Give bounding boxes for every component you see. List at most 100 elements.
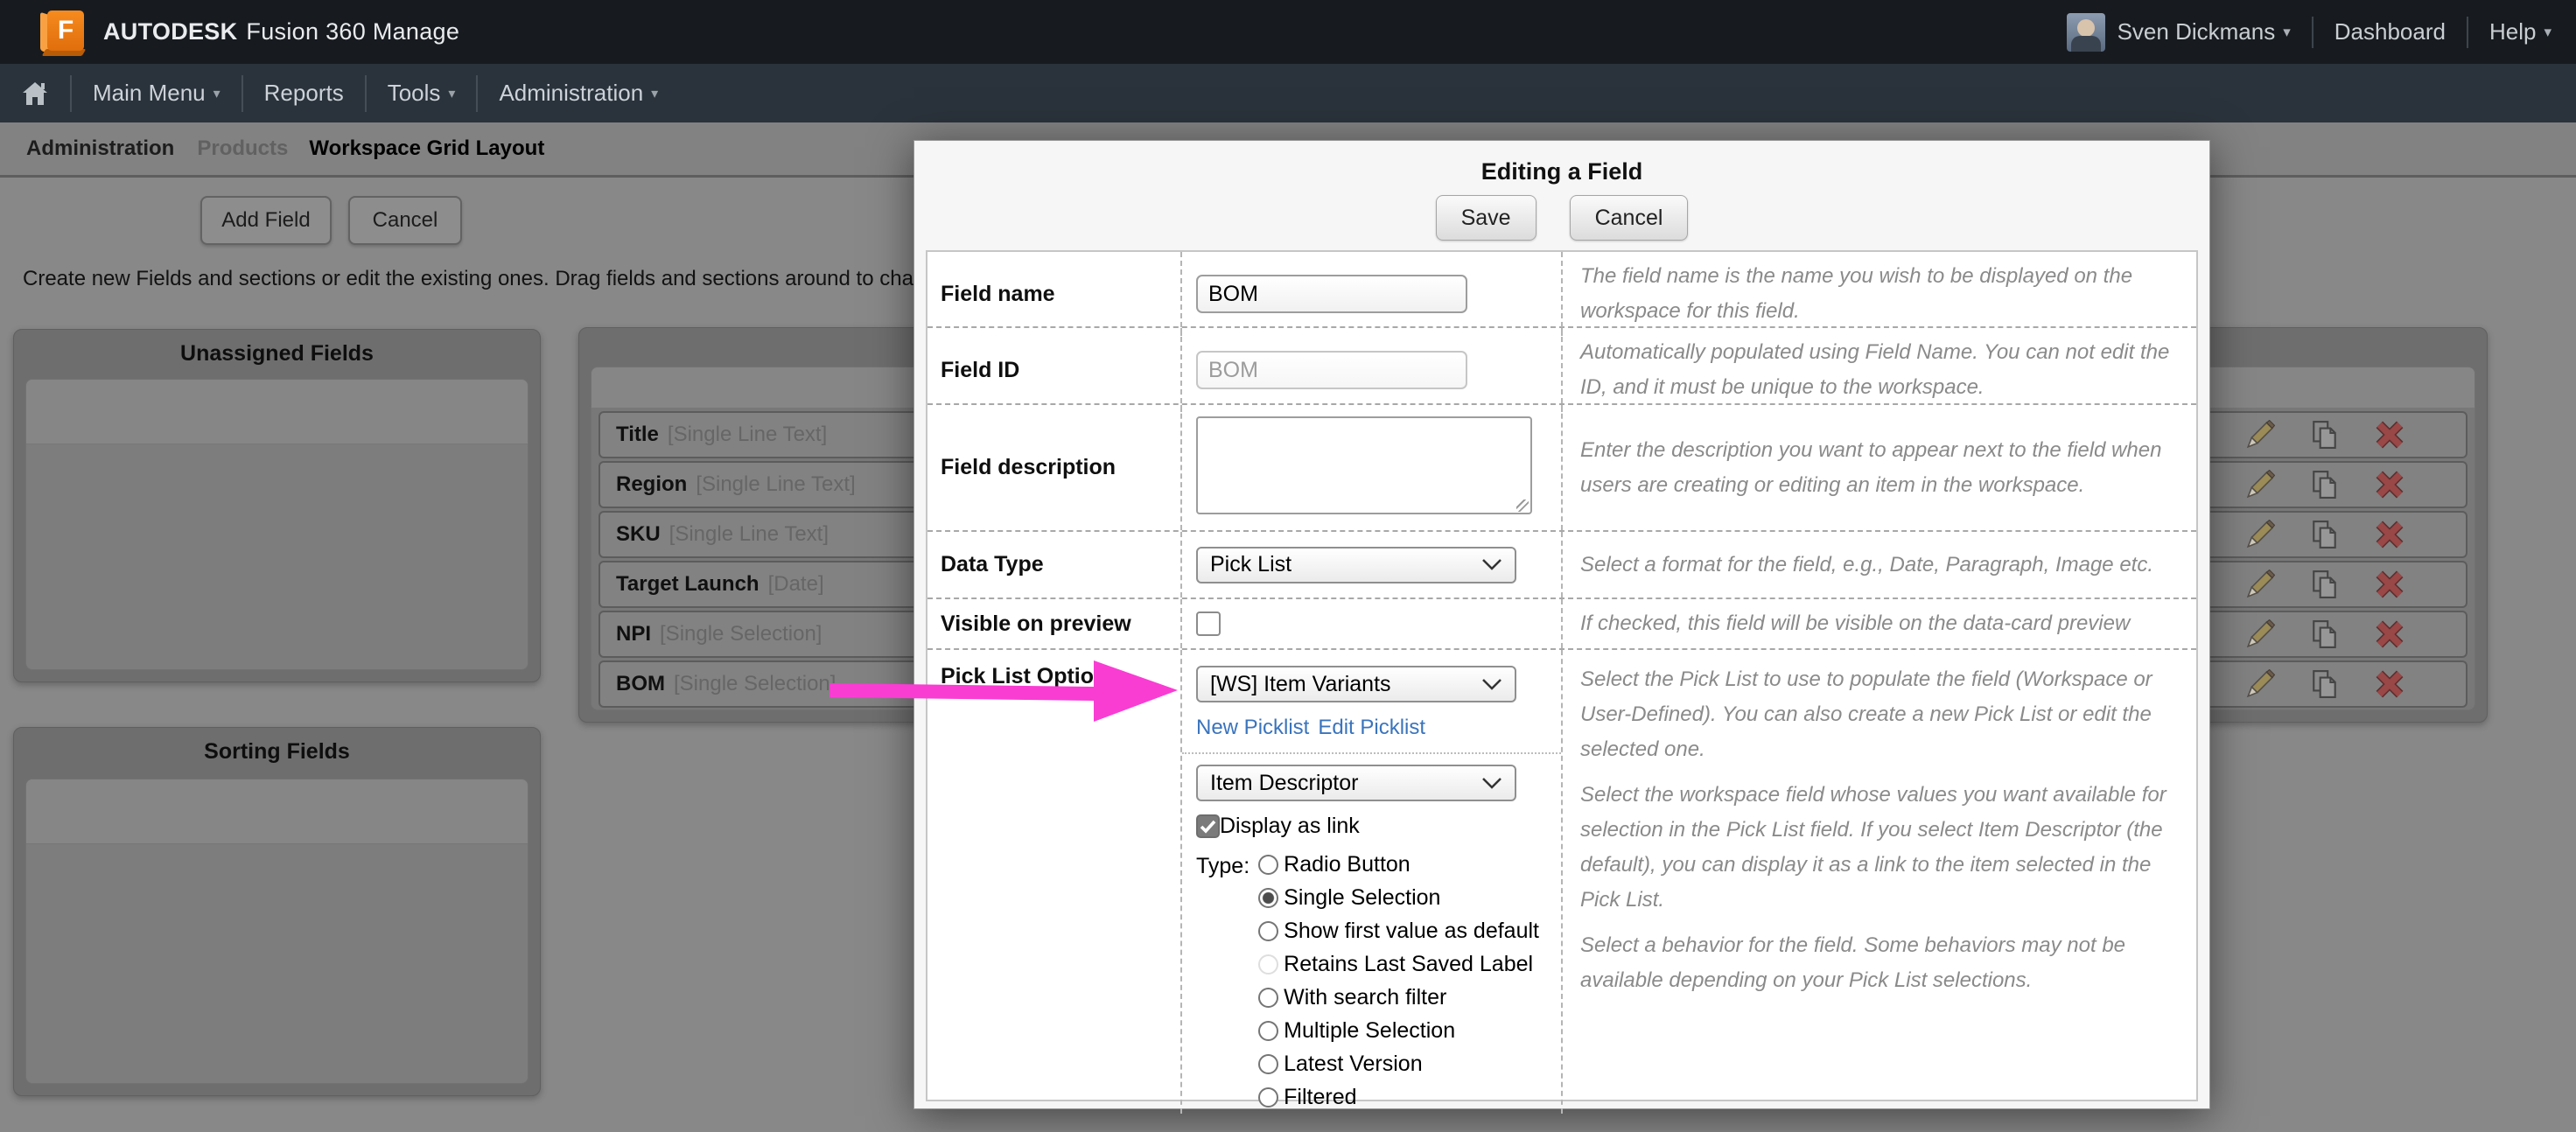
new-picklist-link[interactable]: New Picklist	[1196, 716, 1309, 740]
app-title: AUTODESKFusion 360 Manage	[103, 18, 459, 45]
visible-on-preview-checkbox[interactable]	[1196, 611, 1221, 636]
edit-pencil-icon[interactable]	[2245, 470, 2275, 500]
radio-option-with-search-filter[interactable]: With search filter	[1258, 981, 1539, 1014]
field-description-row: Field description Enter the description …	[928, 403, 2196, 530]
field-description-help: Enter the description you want to appear…	[1580, 433, 2179, 503]
edit-picklist-link[interactable]: Edit Picklist	[1318, 716, 1425, 740]
topbar-divider	[2312, 17, 2314, 48]
copy-icon[interactable]	[2310, 420, 2340, 450]
visible-on-preview-row: Visible on preview If checked, this fiel…	[928, 597, 2196, 648]
nav-main-menu-caret-icon: ▾	[214, 85, 220, 102]
radio-icon	[1258, 855, 1278, 875]
nav-divider	[365, 75, 367, 112]
chevron-down-icon	[1481, 777, 1502, 790]
add-field-button[interactable]: Add Field	[200, 196, 332, 245]
user-menu[interactable]: Sven Dickmans	[2118, 18, 2276, 45]
radio-option-label: Multiple Selection	[1284, 1018, 1455, 1044]
descriptor-help: Select the workspace field whose values …	[1580, 778, 2179, 918]
descriptor-select[interactable]: Item Descriptor	[1196, 765, 1516, 801]
annotation-arrow-icon	[830, 652, 1183, 732]
radio-option-multiple-selection[interactable]: Multiple Selection	[1258, 1014, 1539, 1047]
page-cancel-button[interactable]: Cancel	[348, 196, 462, 245]
radio-icon	[1258, 1054, 1278, 1074]
nav-divider	[476, 75, 478, 112]
chevron-down-icon	[1481, 678, 1502, 691]
field-type: [Date]	[768, 572, 824, 597]
breadcrumb-administration[interactable]: Administration	[26, 136, 174, 161]
radio-option-show-first-value[interactable]: Show first value as default	[1258, 914, 1539, 947]
top-app-bar: F AUTODESKFusion 360 Manage Sven Dickman…	[0, 0, 2576, 64]
field-name: SKU	[616, 522, 661, 547]
radio-option-label: Show first value as default	[1284, 919, 1539, 944]
breadcrumb-current-page: Workspace Grid Layout	[309, 136, 544, 161]
nav-divider	[70, 75, 72, 112]
delete-x-icon[interactable]	[2375, 470, 2404, 500]
breadcrumb-products[interactable]: Products	[197, 136, 288, 161]
edit-pencil-icon[interactable]	[2245, 569, 2275, 599]
radio-option-retains-last-saved-label: Retains Last Saved Label	[1258, 947, 1539, 981]
display-as-link-label: Display as link	[1220, 814, 1360, 839]
type-help: Select a behavior for the field. Some be…	[1580, 928, 2179, 998]
field-type: [Single Line Text]	[668, 423, 827, 447]
nav-administration[interactable]: Administration	[499, 80, 643, 107]
data-type-selected-value: Pick List	[1210, 552, 1292, 577]
help-menu-caret-icon: ▾	[2544, 24, 2552, 41]
save-button[interactable]: Save	[1436, 195, 1536, 241]
visible-on-preview-help: If checked, this field will be visible o…	[1580, 606, 2179, 641]
descriptor-selected-value: Item Descriptor	[1210, 771, 1358, 796]
radio-option-filtered[interactable]: Filtered	[1258, 1080, 1539, 1114]
help-menu[interactable]: Help	[2489, 18, 2536, 45]
delete-x-icon[interactable]	[2375, 619, 2404, 649]
field-description-label: Field description	[928, 405, 1180, 530]
copy-icon[interactable]	[2310, 669, 2340, 699]
edit-pencil-icon[interactable]	[2245, 619, 2275, 649]
delete-x-icon[interactable]	[2375, 569, 2404, 599]
textarea-resize-handle-icon[interactable]	[1516, 500, 1529, 512]
copy-icon[interactable]	[2310, 619, 2340, 649]
radio-icon	[1258, 1087, 1278, 1108]
main-nav-bar: Main Menu ▾ Reports Tools ▾ Administrati…	[0, 64, 2576, 122]
picklist-help: Select the Pick List to use to populate …	[1580, 662, 2179, 767]
field-name-label: Field name	[928, 252, 1180, 336]
sorting-fields-dropzone[interactable]	[25, 779, 528, 1084]
dashboard-link[interactable]: Dashboard	[2334, 18, 2446, 45]
editing-field-dialog: Editing a Field Save Cancel Field name T…	[914, 140, 2210, 1109]
edit-pencil-icon[interactable]	[2245, 520, 2275, 549]
copy-icon[interactable]	[2310, 569, 2340, 599]
data-type-select[interactable]: Pick List	[1196, 547, 1516, 583]
field-name-input[interactable]	[1196, 275, 1467, 313]
copy-icon[interactable]	[2310, 520, 2340, 549]
chevron-down-icon	[1481, 558, 1502, 571]
nav-reports[interactable]: Reports	[264, 80, 344, 107]
nav-tools-caret-icon: ▾	[448, 85, 455, 102]
delete-x-icon[interactable]	[2375, 520, 2404, 549]
field-name-help: The field name is the name you wish to b…	[1580, 259, 2179, 329]
field-name: Region	[616, 472, 687, 497]
edit-pencil-icon[interactable]	[2245, 420, 2275, 450]
delete-x-icon[interactable]	[2375, 420, 2404, 450]
nav-main-menu[interactable]: Main Menu	[93, 80, 206, 107]
field-id-row: Field ID Automatically populated using F…	[928, 326, 2196, 403]
field-name: NPI	[616, 622, 651, 646]
radio-icon	[1258, 921, 1278, 941]
dialog-cancel-button[interactable]: Cancel	[1570, 195, 1689, 241]
copy-icon[interactable]	[2310, 470, 2340, 500]
home-icon[interactable]	[21, 80, 49, 107]
unassigned-fields-dropzone[interactable]	[25, 379, 528, 670]
layout-instruction-text: Create new Fields and sections or edit t…	[23, 267, 914, 291]
type-radio-group: Radio Button Single Selection Show first…	[1258, 848, 1539, 1114]
radio-option-label: Single Selection	[1284, 885, 1440, 911]
nav-administration-caret-icon: ▾	[651, 85, 658, 102]
radio-option-radio-button[interactable]: Radio Button	[1258, 848, 1539, 881]
edit-pencil-icon[interactable]	[2245, 669, 2275, 699]
radio-option-label: Filtered	[1284, 1085, 1356, 1110]
avatar[interactable]	[2067, 13, 2105, 52]
radio-option-single-selection[interactable]: Single Selection	[1258, 881, 1539, 914]
delete-x-icon[interactable]	[2375, 669, 2404, 699]
data-type-row: Data Type Pick List Select a format for …	[928, 530, 2196, 597]
display-as-link-checkbox[interactable]	[1196, 814, 1220, 838]
nav-tools[interactable]: Tools	[388, 80, 441, 107]
field-description-textarea[interactable]	[1196, 416, 1532, 514]
radio-option-latest-version[interactable]: Latest Version	[1258, 1047, 1539, 1080]
picklist-select[interactable]: [WS] Item Variants	[1196, 666, 1516, 702]
